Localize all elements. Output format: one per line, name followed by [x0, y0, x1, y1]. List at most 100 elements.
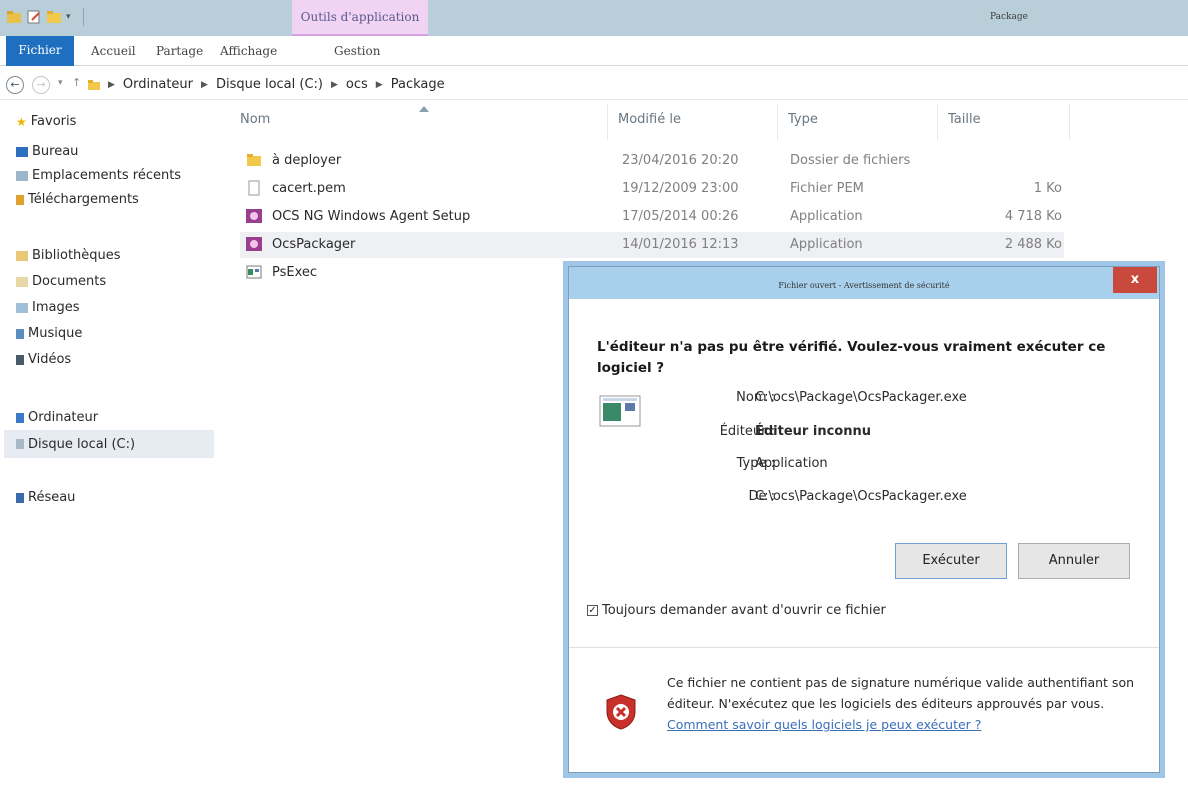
videos-icon: [16, 354, 24, 365]
column-nom[interactable]: Nom: [230, 104, 608, 140]
nav-reseau[interactable]: Réseau: [16, 490, 75, 505]
dialog-title-bar: Fichier ouvert - Avertissement de sécuri…: [569, 267, 1159, 299]
tab-gestion[interactable]: Gestion: [334, 44, 380, 58]
breadcrumb-package[interactable]: Package: [391, 77, 445, 92]
column-modifie-le[interactable]: Modifié le: [608, 104, 778, 140]
folder-icon: [88, 80, 100, 90]
nav-label: Téléchargements: [28, 192, 139, 207]
documents-icon: [16, 276, 28, 287]
file-size: 2 488 Ko: [1004, 237, 1062, 252]
music-icon: [16, 328, 24, 339]
tab-affichage[interactable]: Affichage: [220, 44, 277, 58]
security-shield-icon: [606, 694, 636, 730]
list-item[interactable]: PsExec: [240, 260, 560, 286]
context-tab-label: Outils d'application: [300, 10, 420, 24]
list-item[interactable]: cacert.pem 19/12/2009 23:00 Fichier PEM …: [240, 176, 1064, 202]
exe-icon: [246, 265, 262, 279]
properties-icon[interactable]: [26, 9, 42, 25]
nav-label: Documents: [32, 274, 107, 289]
breadcrumb: ▶ Ordinateur ▶ Disque local (C:) ▶ ocs ▶…: [108, 77, 445, 92]
nav-emplacements-recents[interactable]: Emplacements récents: [16, 168, 181, 183]
nav-musique[interactable]: Musique: [16, 326, 82, 341]
list-item[interactable]: à deployer 23/04/2016 20:20 Dossier de f…: [240, 148, 1064, 174]
column-type[interactable]: Type: [778, 104, 938, 140]
breadcrumb-separator-icon[interactable]: ▶: [331, 80, 338, 90]
nav-images[interactable]: Images: [16, 300, 80, 315]
quick-access-toolbar: ▾: [6, 8, 84, 26]
nav-telechargements[interactable]: Téléchargements: [16, 192, 139, 207]
window-title: Package: [990, 12, 1028, 22]
desktop-icon: [16, 146, 28, 157]
computer-icon: [16, 412, 24, 423]
list-item[interactable]: OCS NG Windows Agent Setup 17/05/2014 00…: [240, 204, 1064, 230]
nav-label: Disque local (C:): [28, 436, 136, 452]
breadcrumb-ordinateur[interactable]: Ordinateur: [123, 77, 193, 92]
ribbon: Fichier Accueil Partage Affichage Gestio…: [0, 36, 1188, 66]
breadcrumb-disque-local[interactable]: Disque local (C:): [216, 77, 323, 92]
forward-icon: →: [32, 76, 50, 94]
nav-bureau[interactable]: Bureau: [16, 144, 78, 159]
nav-label: Ordinateur: [28, 410, 99, 425]
nav-disque-local[interactable]: Disque local (C:): [4, 430, 214, 458]
back-icon[interactable]: ←: [6, 76, 24, 94]
network-icon: [16, 492, 24, 503]
close-button[interactable]: x: [1113, 267, 1157, 293]
dialog-heading: L'éditeur n'a pas pu être vérifié. Voule…: [597, 339, 1106, 376]
tab-fichier[interactable]: Fichier: [6, 36, 74, 66]
file-date: 17/05/2014 00:26: [622, 209, 739, 224]
navigation-pane: ★ Favoris Bureau Emplacements récents Té…: [0, 104, 230, 793]
breadcrumb-separator-icon[interactable]: ▶: [376, 80, 383, 90]
file-name: cacert.pem: [272, 181, 346, 196]
new-folder-icon[interactable]: [46, 9, 62, 25]
nav-label: Bureau: [32, 144, 79, 159]
tab-accueil[interactable]: Accueil: [91, 44, 136, 58]
checkbox-checked-icon[interactable]: ✓: [587, 605, 598, 616]
breadcrumb-ocs[interactable]: ocs: [346, 77, 368, 92]
up-icon[interactable]: ↑: [72, 76, 81, 89]
file-date: 14/01/2016 12:13: [622, 237, 739, 252]
nav-label: Musique: [28, 326, 83, 341]
nav-videos[interactable]: Vidéos: [16, 352, 71, 367]
file-icon: [248, 180, 260, 196]
folder-icon: [247, 154, 261, 166]
footer-message: Ce fichier ne contient pas de signature …: [667, 672, 1142, 735]
nav-label: Réseau: [28, 490, 76, 505]
file-date: 19/12/2009 23:00: [622, 181, 739, 196]
qat-separator: [82, 8, 84, 26]
list-item-selected[interactable]: OcsPackager 14/01/2016 12:13 Application…: [240, 232, 1064, 258]
qat-dropdown-icon[interactable]: ▾: [66, 12, 71, 22]
file-type: Application: [790, 237, 863, 252]
help-link[interactable]: Comment savoir quels logiciels je peux e…: [667, 717, 981, 732]
breadcrumb-separator-icon[interactable]: ▶: [201, 80, 208, 90]
nav-documents[interactable]: Documents: [16, 274, 106, 289]
setup-icon: [246, 237, 262, 251]
column-taille[interactable]: Taille: [938, 104, 1070, 140]
always-ask-checkbox[interactable]: ✓ Toujours demander avant d'ouvrir ce fi…: [587, 603, 886, 618]
field-value-nom: C:\ocs\Package\OcsPackager.exe: [755, 390, 967, 405]
file-name: à deployer: [272, 153, 342, 168]
nav-bibliotheques[interactable]: Bibliothèques: [16, 248, 121, 263]
column-headers: Nom Modifié le Type Taille: [230, 104, 1070, 140]
drive-icon: [16, 439, 24, 449]
file-name: PsExec: [272, 265, 318, 280]
title-bar: ▾ Outils d'application Package: [0, 0, 1188, 36]
images-icon: [16, 302, 28, 313]
nav-ordinateur[interactable]: Ordinateur: [16, 410, 98, 425]
file-type: Application: [790, 209, 863, 224]
footer-text: Ce fichier ne contient pas de signature …: [667, 675, 1135, 711]
tab-partage[interactable]: Partage: [156, 44, 203, 58]
nav-label: Images: [32, 300, 80, 315]
nav-label: Vidéos: [28, 352, 72, 367]
nav-favoris[interactable]: ★ Favoris: [16, 114, 76, 129]
file-name: OcsPackager: [272, 237, 356, 252]
context-tab-header: Outils d'application: [292, 0, 428, 36]
nav-label: Bibliothèques: [32, 248, 121, 263]
file-name: OCS NG Windows Agent Setup: [272, 209, 471, 224]
history-dropdown-icon[interactable]: ▾: [58, 78, 63, 88]
breadcrumb-separator-icon: ▶: [108, 79, 115, 90]
run-button[interactable]: Exécuter: [895, 543, 1007, 579]
field-value-type: Application: [755, 456, 828, 471]
cancel-button[interactable]: Annuler: [1018, 543, 1130, 579]
security-warning-dialog: Fichier ouvert - Avertissement de sécuri…: [568, 266, 1160, 773]
file-date: 23/04/2016 20:20: [622, 153, 739, 168]
